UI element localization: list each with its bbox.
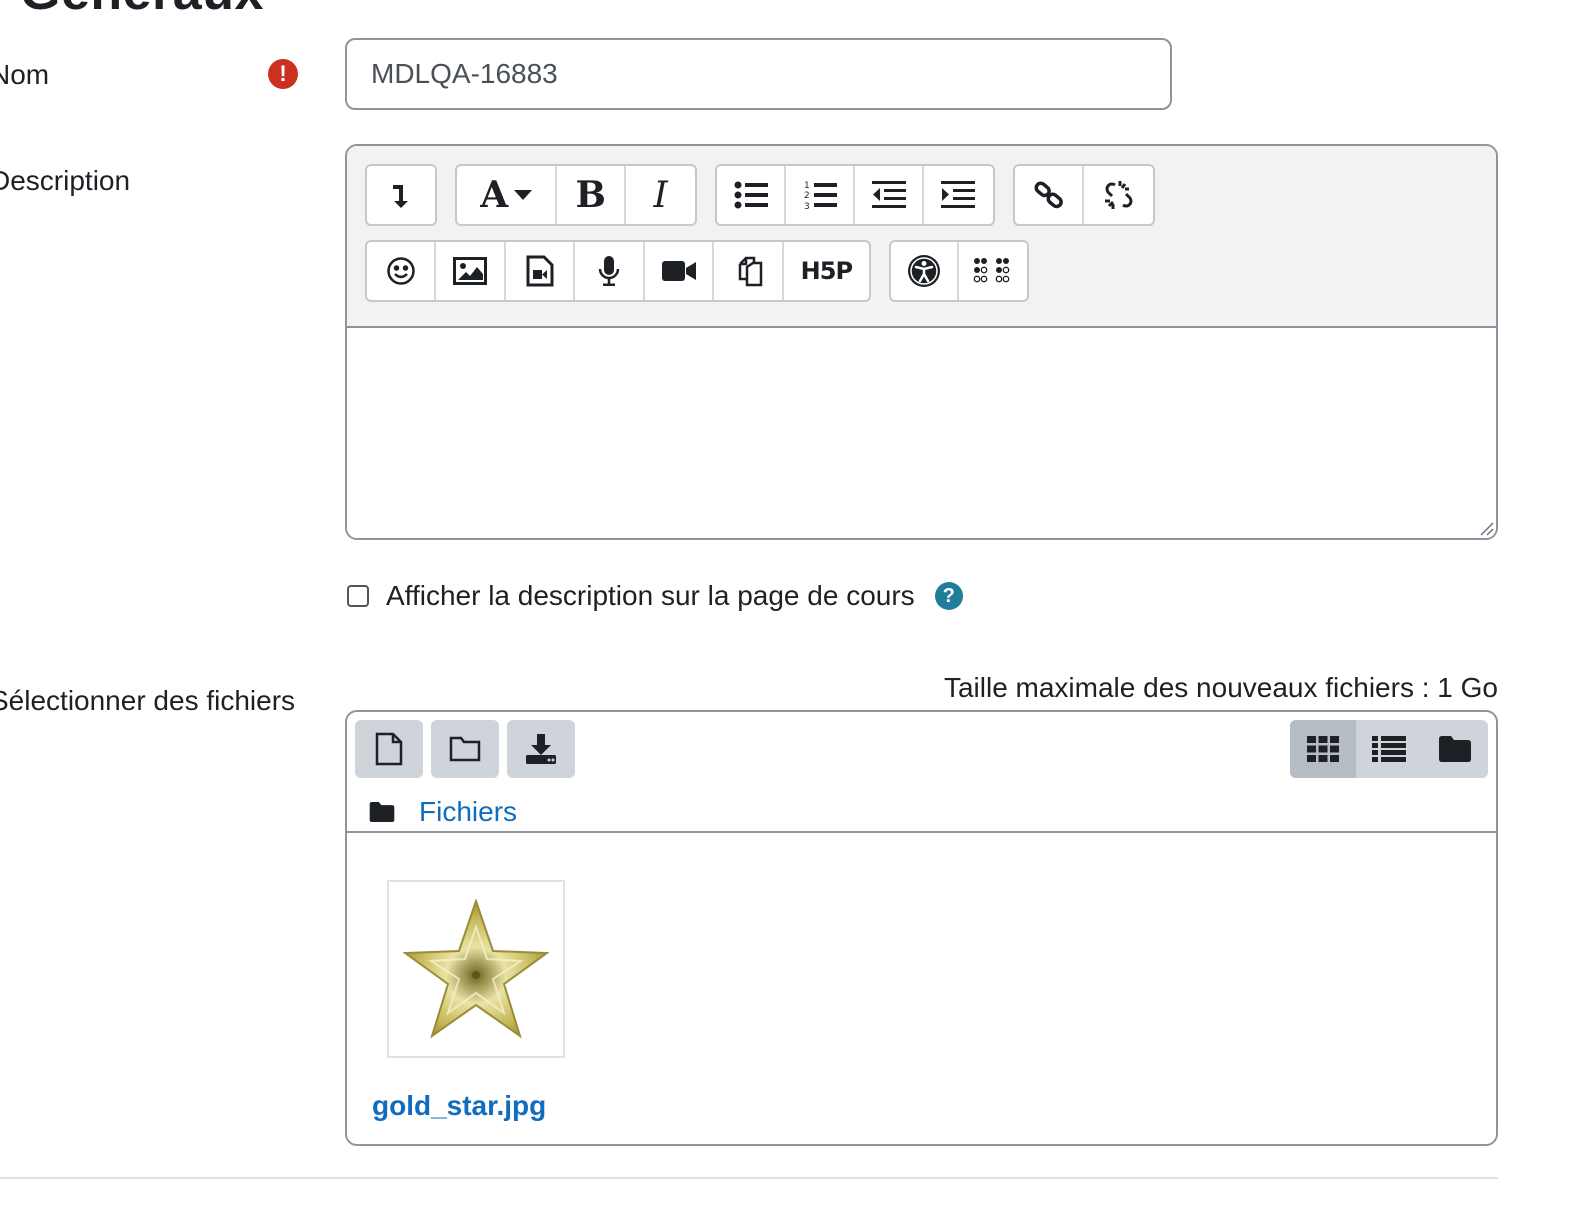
activity-settings-form: Généraux Nom ! MDLQA-16883 Description A… (0, 0, 1578, 1208)
video-camera-icon (661, 261, 696, 281)
screenreader-helper-button[interactable] (959, 242, 1027, 300)
tree-view-button[interactable] (1422, 720, 1488, 778)
add-file-button[interactable] (355, 720, 423, 778)
file-icon (375, 732, 403, 766)
ordered-list-button[interactable]: 123 (786, 166, 855, 224)
icon-view-button[interactable] (1290, 720, 1356, 778)
copy-files-icon (738, 256, 763, 287)
toolbar-group-style: A B I (455, 164, 697, 226)
collapse-arrow-icon (393, 185, 408, 208)
show-description-label[interactable]: Afficher la description sur la page de c… (386, 580, 915, 612)
toolbar-group-insert: H5P (365, 240, 871, 302)
name-input[interactable]: MDLQA-16883 (345, 38, 1172, 110)
toolbar-group-lists: 123 (715, 164, 995, 226)
editor-content-area[interactable] (347, 328, 1496, 538)
name-label: Nom (0, 59, 50, 90)
breadcrumb: Fichiers (369, 790, 517, 834)
folder-solid-icon (1439, 736, 1471, 762)
bold-button[interactable]: B (557, 166, 627, 224)
accessibility-icon (908, 255, 941, 287)
bold-icon: B (575, 174, 606, 216)
indent-button[interactable] (924, 166, 993, 224)
link-icon (1034, 181, 1063, 209)
media-button[interactable] (506, 242, 576, 300)
record-audio-button[interactable] (575, 242, 645, 300)
font-style-button[interactable]: A (457, 166, 558, 224)
list-ol-icon: 123 (804, 181, 837, 211)
media-file-icon (526, 255, 554, 287)
h5p-button[interactable]: H5P (784, 242, 869, 300)
link-button[interactable] (1015, 166, 1085, 224)
italic-icon: I (653, 174, 668, 216)
list-view-button[interactable] (1356, 720, 1422, 778)
image-button[interactable] (436, 242, 506, 300)
image-icon (453, 257, 488, 285)
toolbar-group-accessibility (889, 240, 1029, 302)
emoji-icon (386, 257, 415, 285)
font-style-icon: A (480, 174, 509, 216)
toolbar-group-collapse (365, 164, 437, 226)
description-label: Description (0, 165, 131, 196)
gold-star-icon (403, 899, 549, 1039)
emoji-button[interactable] (367, 242, 437, 300)
record-video-button[interactable] (645, 242, 715, 300)
folder-solid-icon (369, 802, 395, 822)
toolbar-group-links (1013, 164, 1155, 226)
grid-icon (1307, 736, 1339, 762)
braille-icon (973, 258, 1010, 283)
section-heading: Généraux (20, 0, 264, 18)
max-file-size-text: Taille maximale des nouveaux fichiers : … (943, 672, 1498, 703)
section-divider (0, 1177, 1498, 1179)
svg-text:3: 3 (804, 202, 810, 211)
download-all-button[interactable] (507, 720, 575, 778)
file-manager: Fichiers gold_star.jpg (345, 710, 1498, 1146)
file-name-link[interactable]: gold_star.jpg (372, 1090, 546, 1122)
indent-icon (941, 181, 976, 208)
required-icon: ! (268, 59, 298, 89)
folder-icon (449, 736, 481, 762)
resize-grip-icon[interactable] (1478, 520, 1494, 536)
unlink-icon (1104, 181, 1132, 209)
help-icon[interactable]: ? (934, 582, 963, 610)
breadcrumb-files-link[interactable]: Fichiers (419, 796, 517, 828)
microphone-icon (598, 256, 620, 286)
svg-text:2: 2 (804, 191, 810, 201)
list-ul-icon (734, 181, 768, 209)
download-icon (526, 734, 556, 764)
h5p-icon: H5P (800, 257, 853, 285)
collapse-toolbar-button[interactable] (367, 166, 435, 224)
editor-toolbar: A B I 123 H5P (347, 146, 1496, 328)
description-editor: A B I 123 H5P (345, 144, 1498, 540)
outdent-icon (871, 181, 906, 208)
list-icon (1372, 736, 1406, 762)
italic-button[interactable]: I (626, 166, 695, 224)
file-manager-divider (347, 831, 1496, 833)
show-description-row: Afficher la description sur la page de c… (345, 574, 963, 618)
view-mode-switcher (1290, 720, 1488, 778)
file-thumbnail[interactable] (387, 880, 565, 1058)
files-label: Sélectionner des fichiers (0, 685, 296, 716)
create-folder-button[interactable] (431, 720, 499, 778)
svg-text:1: 1 (804, 181, 810, 191)
show-description-checkbox[interactable] (347, 585, 369, 607)
caret-down-icon (514, 190, 533, 200)
outdent-button[interactable] (855, 166, 924, 224)
unordered-list-button[interactable] (717, 166, 786, 224)
accessibility-checker-button[interactable] (891, 242, 960, 300)
unlink-button[interactable] (1084, 166, 1153, 224)
manage-files-button[interactable] (714, 242, 784, 300)
